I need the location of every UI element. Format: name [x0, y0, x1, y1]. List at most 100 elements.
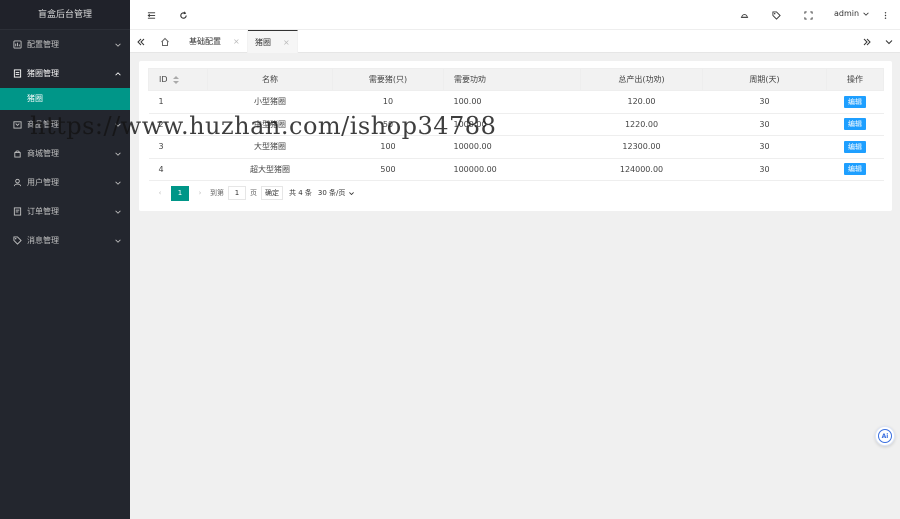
cell-name: 中型猪圈	[207, 112, 333, 136]
sort-icon[interactable]	[173, 75, 180, 84]
cell-days: 30	[702, 135, 827, 159]
username: admin	[834, 9, 860, 18]
sidebar-item-users[interactable]: 用户管理	[0, 168, 130, 197]
pagination: ‹ 1 › 到第 1 页 确定 共 4 条 30 条/页	[153, 185, 355, 201]
col-header-name: 名称	[207, 68, 333, 91]
cell-cost: 100000.00	[443, 157, 581, 181]
page-unit-label: 页	[250, 189, 257, 197]
cell-cost: 1000.00	[443, 112, 581, 136]
cell-action: 编辑	[826, 135, 884, 159]
table-row: 2 中型猪圈 50 1000.00 1220.00 30 编辑	[148, 112, 884, 136]
sidebar-subitem-pigpen[interactable]: 猪圈	[0, 88, 130, 110]
chevron-down-icon	[863, 12, 869, 16]
tab-scroll-left-icon[interactable]	[130, 30, 152, 53]
sidebar-item-config[interactable]: 配置管理	[0, 30, 130, 59]
cell-days: 30	[702, 90, 827, 114]
cell-output: 124000.00	[580, 157, 703, 181]
data-table: ID 名称 需要猪(只) 需要功劝 总产出(功劝) 周期(天) 操作 1 小型猪…	[148, 68, 884, 181]
page-number-current[interactable]: 1	[171, 185, 189, 201]
tab-pigpen[interactable]: 猪圈 ×	[248, 30, 298, 53]
goto-page-input[interactable]: 1	[228, 186, 246, 200]
settings-icon	[12, 40, 22, 50]
edit-button[interactable]: 编辑	[844, 95, 866, 108]
shop-icon	[12, 149, 22, 159]
cell-action: 编辑	[826, 157, 884, 181]
tag-icon	[12, 236, 22, 246]
goto-confirm-button[interactable]: 确定	[261, 186, 283, 200]
cell-days: 30	[702, 112, 827, 136]
table-row: 4 超大型猪圈 500 100000.00 124000.00 30 编辑	[148, 157, 884, 181]
order-icon	[12, 207, 22, 217]
col-header-id[interactable]: ID	[148, 68, 208, 91]
chevron-down-icon	[115, 123, 121, 127]
fullscreen-icon[interactable]	[801, 8, 815, 22]
next-page-icon[interactable]: ›	[193, 185, 207, 201]
page-size-value: 30 条/页	[317, 189, 346, 197]
page-size-select[interactable]: 30 条/页	[318, 188, 356, 198]
menu-toggle-icon[interactable]	[144, 8, 158, 22]
goto-label: 到第	[210, 189, 224, 197]
cell-name: 超大型猪圈	[207, 157, 333, 181]
more-icon[interactable]	[878, 8, 892, 22]
tag-icon[interactable]	[769, 8, 783, 22]
cell-name: 小型猪圈	[207, 90, 333, 114]
box-icon	[12, 120, 22, 130]
sidebar-item-label: 用户管理	[27, 178, 59, 187]
sidebar-item-label: 消息管理	[27, 236, 59, 245]
edit-button[interactable]: 编辑	[844, 118, 866, 131]
close-icon[interactable]: ×	[233, 37, 240, 46]
user-menu[interactable]: admin	[834, 9, 870, 18]
sidebar-item-orders[interactable]: 订单管理	[0, 197, 130, 226]
refresh-icon[interactable]	[176, 8, 190, 22]
cell-action: 编辑	[826, 90, 884, 114]
sidebar-item-messages[interactable]: 消息管理	[0, 226, 130, 255]
col-header-output: 总产出(功劝)	[580, 68, 703, 91]
cell-output: 12300.00	[580, 135, 703, 159]
close-icon[interactable]: ×	[283, 38, 290, 47]
ai-assistant-button[interactable]: Ai	[875, 426, 895, 446]
content-card: ID 名称 需要猪(只) 需要功劝 总产出(功劝) 周期(天) 操作 1 小型猪…	[139, 61, 892, 211]
tab-base-config[interactable]: 基础配置 ×	[182, 30, 248, 53]
col-header-pigs: 需要猪(只)	[332, 68, 444, 91]
tab-bar: 基础配置 × 猪圈 ×	[130, 30, 900, 53]
tab-scroll-right-icon[interactable]	[856, 30, 878, 53]
user-icon	[12, 178, 22, 188]
ai-icon: Ai	[878, 429, 892, 443]
chevron-up-icon	[115, 71, 121, 75]
cell-name: 大型猪圈	[207, 135, 333, 159]
cell-cost: 10000.00	[443, 135, 581, 159]
tab-menu-chevron-down-icon[interactable]	[878, 30, 900, 53]
chevron-down-icon	[115, 43, 121, 47]
prev-page-icon[interactable]: ‹	[153, 185, 167, 201]
sidebar-item-goods[interactable]: 商品管理	[0, 110, 130, 139]
sidebar-item-label: 猪圈管理	[27, 69, 59, 78]
sidebar-item-pigpen[interactable]: 猪圈管理	[0, 59, 130, 88]
table-row: 1 小型猪圈 10 100.00 120.00 30 编辑	[148, 90, 884, 114]
tab-label: 猪圈	[255, 37, 271, 47]
cell-id: 1	[148, 90, 208, 114]
cell-output: 120.00	[580, 90, 703, 114]
col-header-cost: 需要功劝	[443, 68, 581, 91]
cell-id: 4	[148, 157, 208, 181]
edit-button[interactable]: 编辑	[844, 163, 866, 176]
col-header-action: 操作	[826, 68, 884, 91]
top-header: admin	[130, 0, 900, 30]
cell-pigs: 500	[332, 157, 444, 181]
edit-button[interactable]: 编辑	[844, 140, 866, 153]
sidebar-item-shop[interactable]: 商城管理	[0, 139, 130, 168]
sidebar-item-label: 配置管理	[27, 40, 59, 49]
sidebar: 盲盒后台管理 配置管理 猪圈管理 猪圈 商品管理 商城管理 用户管理 订单管理 …	[0, 0, 130, 519]
cell-cost: 100.00	[443, 90, 581, 114]
sidebar-item-label: 商品管理	[27, 120, 59, 129]
cell-id: 3	[148, 135, 208, 159]
cell-pigs: 10	[332, 90, 444, 114]
app-title: 盲盒后台管理	[0, 0, 130, 30]
total-count: 共 4 条	[289, 189, 312, 197]
chevron-down-icon	[115, 239, 121, 243]
theme-icon[interactable]	[737, 8, 751, 22]
cell-pigs: 100	[332, 135, 444, 159]
cell-action: 编辑	[826, 112, 884, 136]
table-header-row: ID 名称 需要猪(只) 需要功劝 总产出(功劝) 周期(天) 操作	[148, 68, 884, 91]
home-icon[interactable]	[154, 30, 176, 53]
cell-pigs: 50	[332, 112, 444, 136]
